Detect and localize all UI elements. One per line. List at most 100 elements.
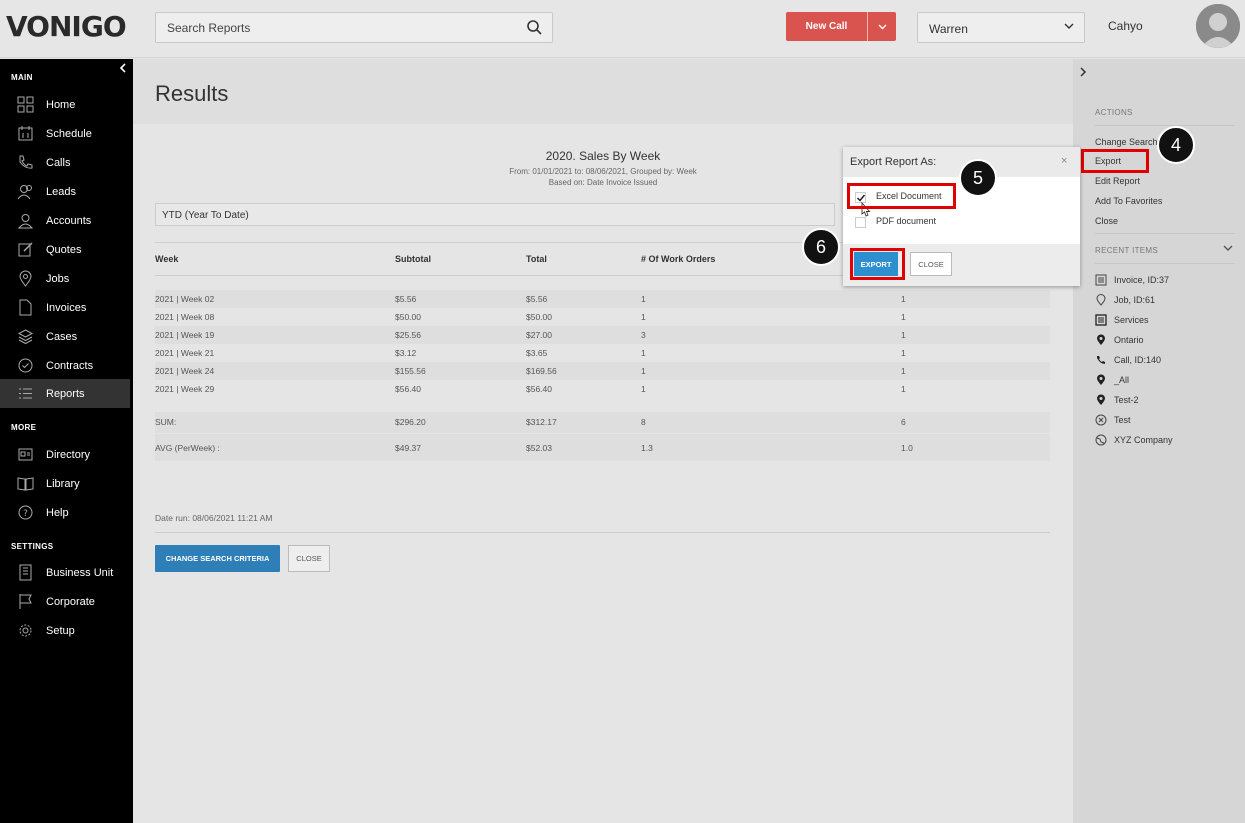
layers-icon <box>17 329 34 345</box>
recent-item[interactable]: Call, ID:140 <box>1095 353 1161 367</box>
recent-item[interactable]: Test-2 <box>1095 393 1139 407</box>
directory-icon <box>18 448 33 461</box>
sidebar-item-label: Directory <box>46 448 91 461</box>
sidebar-item-invoices[interactable]: Invoices <box>0 293 130 322</box>
check-circle-icon <box>18 358 33 373</box>
recent-item-label: Test-2 <box>1114 395 1139 405</box>
location-icon <box>1097 374 1105 385</box>
action-close[interactable]: Close <box>1095 216 1118 226</box>
new-call-button[interactable]: New Call <box>786 12 867 41</box>
sidebar-item-reports[interactable]: Reports <box>0 379 130 408</box>
location-icon <box>1097 394 1105 405</box>
action-edit-report[interactable]: Edit Report <box>1095 176 1140 186</box>
user-icon <box>17 214 34 229</box>
cell-total: $5.56 <box>526 294 548 304</box>
recent-item[interactable]: Test <box>1095 413 1131 427</box>
sidebar-item-setup[interactable]: Setup <box>0 616 130 645</box>
action-add-to-favorites[interactable]: Add To Favorites <box>1095 196 1162 206</box>
sidebar-item-calls[interactable]: Calls <box>0 148 130 177</box>
recent-item[interactable]: Services <box>1095 313 1149 327</box>
cell-work-orders: 1 <box>641 348 646 358</box>
flag-icon <box>19 594 32 609</box>
sum-row: SUM: $296.20 $312.17 8 6 <box>155 412 1050 433</box>
report-title: 2020. Sales By Week <box>545 149 661 163</box>
sidebar-item-cases[interactable]: Cases <box>0 322 130 351</box>
sum-total: $312.17 <box>526 417 557 427</box>
cell-total: $50.00 <box>526 312 552 322</box>
export-button-highlight <box>850 248 905 280</box>
sidebar-item-label: Corporate <box>46 595 95 608</box>
invoice-icon <box>1095 274 1107 286</box>
collapse-sidebar-icon[interactable] <box>119 63 127 73</box>
cell-subtotal: $50.00 <box>395 312 421 322</box>
cell-week: 2021 | Week 08 <box>155 312 215 322</box>
pin-icon <box>1096 294 1106 306</box>
table-row: 2021 | Week 08 $50.00 $50.00 1 1 <box>155 308 1050 326</box>
location-icon <box>1097 334 1105 345</box>
recent-item[interactable]: XYZ Company <box>1095 433 1173 447</box>
close-button[interactable]: CLOSE <box>288 545 330 572</box>
search-input[interactable] <box>156 13 516 42</box>
recent-item[interactable]: Invoice, ID:37 <box>1095 273 1169 287</box>
change-search-criteria-button[interactable]: CHANGE SEARCH CRITERIA <box>155 545 280 572</box>
sidebar-item-library[interactable]: Library <box>0 469 130 498</box>
avg-label: AVG (PerWeek) : <box>155 443 220 453</box>
action-change-search[interactable]: Change Search <box>1095 137 1158 147</box>
pin-icon <box>19 270 32 287</box>
chevron-right-icon[interactable] <box>1079 67 1087 77</box>
sidebar-item-business-unit[interactable]: Business Unit <box>0 558 130 587</box>
sidebar-item-quotes[interactable]: Quotes <box>0 235 130 264</box>
new-call-dropdown-button[interactable] <box>868 12 896 41</box>
right-panel: ACTIONS Change Search Export Edit Report… <box>1073 59 1245 823</box>
top-bar: VONIGO New Call Warren Cahyo <box>0 0 1245 58</box>
close-icon[interactable]: × <box>1061 155 1067 167</box>
user-avatar-icon <box>1196 4 1240 48</box>
cell-subtotal: $5.56 <box>395 294 417 304</box>
recent-item-label: _All <box>1114 375 1130 385</box>
building-icon <box>19 564 32 581</box>
recent-item[interactable]: _All <box>1095 373 1129 387</box>
chevron-down-icon <box>1064 23 1074 29</box>
home-icon <box>17 96 34 113</box>
chevron-down-icon[interactable] <box>1223 245 1233 252</box>
username[interactable]: Cahyo <box>1108 19 1143 33</box>
cell-week: 2021 | Week 19 <box>155 330 215 340</box>
report-basis: Based on: Date Invoice Issued <box>548 178 658 187</box>
sidebar-item-help[interactable]: ? Help <box>0 498 130 527</box>
sidebar-item-label: Home <box>46 98 76 111</box>
sidebar-item-label: Reports <box>46 387 85 400</box>
recent-item[interactable]: Ontario <box>1095 333 1144 347</box>
book-icon <box>17 477 34 491</box>
vonigo-logo[interactable]: VONIGO <box>6 10 127 43</box>
sidebar-section-settings: SETTINGS <box>11 542 54 551</box>
export-action-highlight <box>1081 149 1149 173</box>
sidebar-item-schedule[interactable]: Schedule <box>0 119 130 148</box>
search-icon[interactable] <box>526 19 542 35</box>
avatar[interactable] <box>1196 4 1240 48</box>
sum-label: SUM: <box>155 417 177 427</box>
user-select[interactable]: Warren <box>917 12 1085 43</box>
phone-icon <box>1097 356 1105 364</box>
sidebar-item-directory[interactable]: Directory <box>0 440 130 469</box>
column-header-total: Total <box>526 254 547 264</box>
cell-extra: 1 <box>901 348 906 358</box>
recent-item[interactable]: Job, ID:61 <box>1095 293 1155 307</box>
sidebar-item-home[interactable]: Home <box>0 90 130 119</box>
sidebar-item-label: Invoices <box>46 301 87 314</box>
sidebar-item-jobs[interactable]: Jobs <box>0 264 130 293</box>
cell-total: $27.00 <box>526 330 552 340</box>
sidebar-item-leads[interactable]: Leads <box>0 177 130 206</box>
sidebar-item-contracts[interactable]: Contracts <box>0 351 130 380</box>
divider <box>155 532 1050 533</box>
modal-close-button[interactable]: CLOSE <box>910 252 952 276</box>
divider <box>1095 263 1235 264</box>
sidebar-item-corporate[interactable]: Corporate <box>0 587 130 616</box>
table-row: 2021 | Week 21 $3.12 $3.65 1 1 <box>155 344 1050 362</box>
sidebar-item-label: Help <box>46 506 69 519</box>
users-icon <box>17 185 32 200</box>
avg-row: AVG (PerWeek) : $49.37 $52.03 1.3 1.0 <box>155 433 1050 461</box>
sidebar-item-accounts[interactable]: Accounts <box>0 206 130 235</box>
cell-work-orders: 1 <box>641 384 646 394</box>
sidebar-item-label: Jobs <box>46 272 70 285</box>
recent-items-section-label: RECENT ITEMS <box>1095 246 1159 255</box>
